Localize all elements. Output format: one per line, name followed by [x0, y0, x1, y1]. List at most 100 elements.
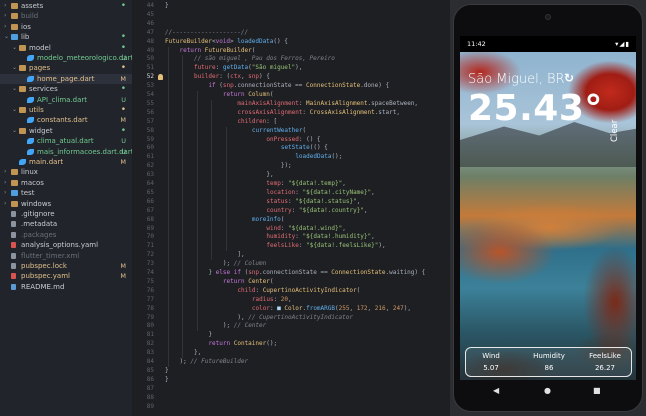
code-line[interactable]: 68 moreInfo( — [132, 216, 450, 225]
code-line[interactable]: 49 return FutureBuilder( — [132, 47, 450, 56]
explorer-file[interactable]: API_clima.dart U — [0, 95, 132, 105]
code-token: () { — [273, 37, 288, 45]
chevron-down-icon[interactable]: ⌄ — [12, 43, 17, 53]
chevron-right-icon[interactable]: › — [4, 199, 6, 209]
chevron-right-icon[interactable]: › — [4, 22, 6, 32]
chevron-right-icon[interactable]: › — [4, 178, 6, 188]
chevron-down-icon[interactable]: ⌄ — [12, 63, 17, 73]
code-line[interactable]: 73); // Column — [132, 260, 450, 269]
code-line[interactable]: 60 setState(() { — [132, 144, 450, 153]
code-line[interactable]: 85} — [132, 367, 450, 376]
chevron-down-icon[interactable]: ⌄ — [12, 84, 17, 94]
chevron-right-icon[interactable]: › — [4, 167, 6, 177]
chevron-down-icon[interactable]: ⌄ — [12, 105, 17, 115]
explorer-file[interactable]: main.dart M — [0, 157, 132, 167]
code-line[interactable]: 83}, — [132, 349, 450, 358]
code-line[interactable]: 79), // CupertinoActivityIndicator — [132, 314, 450, 323]
code-line[interactable]: 54 return Column( — [132, 91, 450, 100]
chevron-right-icon[interactable]: › — [4, 188, 6, 198]
folder-icon — [19, 107, 26, 113]
code-line[interactable]: 76 child: CupertinoActivityIndicator( — [132, 287, 450, 296]
code-token: ( — [251, 46, 256, 54]
code-line[interactable]: 70 humidity: "${data!.humidity}", — [132, 233, 450, 242]
explorer-folder[interactable]: › build — [0, 11, 132, 21]
chevron-right-icon[interactable]: › — [4, 1, 6, 11]
explorer-folder[interactable]: › macos — [0, 178, 132, 188]
code-line[interactable]: 48 FutureBuilder<void> loadedData() { — [132, 38, 450, 47]
explorer-file[interactable]: pubspec.lock M — [0, 261, 132, 271]
code-line[interactable]: 77 radius: 20, — [132, 296, 450, 305]
explorer-folder[interactable]: ⌄ model • — [0, 43, 132, 53]
code-line[interactable]: 62}); — [132, 162, 450, 171]
code-line[interactable]: 61 loadedData(); — [132, 153, 450, 162]
explorer-file[interactable]: flutter_timer.xml — [0, 251, 132, 261]
chevron-down-icon[interactable]: ⌄ — [12, 126, 17, 136]
code-line[interactable]: 67 country: "${data!.country}", — [132, 207, 450, 216]
code-line[interactable]: 64 temp: "${data!.temp}", — [132, 180, 450, 189]
explorer-file[interactable]: mais_informacoes.dart.dart U — [0, 147, 132, 157]
explorer-file[interactable]: clima_atual.dart U — [0, 136, 132, 146]
code-line[interactable]: 88 — [132, 394, 450, 403]
code-token: child — [237, 286, 256, 294]
code-line[interactable]: 89 — [132, 403, 450, 412]
home-icon[interactable]: ● — [544, 386, 551, 395]
code-line[interactable]: 82 return Container(); — [132, 340, 450, 349]
back-icon[interactable]: ◀ — [493, 386, 499, 395]
chevron-down-icon[interactable]: ⌄ — [4, 32, 9, 42]
code-line[interactable]: 44} — [132, 2, 450, 11]
code-line[interactable]: 45 — [132, 11, 450, 20]
code-line[interactable]: 51 future: getData("São miguel"), — [132, 64, 450, 73]
explorer-folder[interactable]: ⌄ services • — [0, 84, 132, 94]
code-line[interactable]: 86} — [132, 376, 450, 385]
code-line[interactable]: 71 feelsLike: "${data!.feelsLike}"), — [132, 242, 450, 251]
code-line[interactable]: 69 wind: "${data!.wind}", — [132, 225, 450, 234]
code-line[interactable]: 78 color: ■ Color.fromARGB(255, 172, 216,… — [132, 305, 450, 314]
explorer-folder[interactable]: › ios — [0, 22, 132, 32]
code-token: , — [367, 304, 375, 312]
code-line[interactable]: 74} else if (snp.connectionState == Conn… — [132, 269, 450, 278]
code-line[interactable]: 56 crossAxisAlignment: CrossAxisAlignment… — [132, 109, 450, 118]
explorer-folder[interactable]: ⌄ widget • — [0, 126, 132, 136]
code-editor[interactable]: 44} 45 46 47//-------------------//48 Future… — [132, 0, 450, 416]
code-line[interactable]: 57 children: [ — [132, 118, 450, 127]
phone-screen[interactable]: 11:42 ▾◢▮ São Miguel, BR ↻ 25.43° Clear … — [460, 36, 636, 380]
explorer-folder[interactable]: › test — [0, 188, 132, 198]
code-line[interactable]: 75 return Center( — [132, 278, 450, 287]
explorer-file[interactable]: home_page.dart M — [0, 73, 132, 85]
explorer-file[interactable]: .packages — [0, 230, 132, 240]
explorer-file[interactable]: analysis_options.yaml — [0, 240, 132, 250]
code-line[interactable]: 63}, — [132, 171, 450, 180]
code-line[interactable]: 84); // FutureBuilder — [132, 358, 450, 367]
refresh-icon[interactable]: ↻ — [564, 71, 574, 85]
code-line[interactable]: 66 status: "${data!.status}", — [132, 198, 450, 207]
explorer-folder[interactable]: ⌄ pages • — [0, 63, 132, 73]
code-line[interactable]: 59 onPressed: () { — [132, 136, 450, 145]
lightbulb-icon[interactable] — [158, 74, 163, 81]
explorer-file[interactable]: .gitignore — [0, 209, 132, 219]
code-line[interactable]: 50 // são miguel , Pau dos Ferros, Pereir… — [132, 55, 450, 64]
explorer-folder[interactable]: › linux — [0, 167, 132, 177]
explorer-folder[interactable]: › assets • — [0, 1, 132, 11]
explorer-file[interactable]: modelo_meteorologico.dart U — [0, 53, 132, 63]
explorer-file[interactable]: pubspec.yaml M — [0, 271, 132, 281]
explorer-file[interactable]: README.md — [0, 282, 132, 292]
explorer-file[interactable]: .metadata — [0, 219, 132, 229]
chevron-right-icon[interactable]: › — [4, 11, 6, 21]
code-line[interactable]: 53 if (snp.connectionState == ConnectionS… — [132, 82, 450, 91]
code-line[interactable]: 58 currentWeather( — [132, 127, 450, 136]
code-line[interactable]: 65 location: "${data!.cityName}", — [132, 189, 450, 198]
code-line[interactable]: 46 — [132, 20, 450, 29]
code-line[interactable]: 81} — [132, 331, 450, 340]
code-line[interactable]: 80); // Center — [132, 322, 450, 331]
explorer-folder[interactable]: ⌄ lib • — [0, 32, 132, 42]
recents-icon[interactable]: ■ — [593, 386, 601, 395]
explorer-folder[interactable]: ⌄ utils • — [0, 105, 132, 115]
code-line[interactable]: 52 builder: (ctx, snp) { — [132, 73, 450, 82]
code-token: mainAxisAlignment — [237, 99, 299, 107]
code-line[interactable]: 72], — [132, 251, 450, 260]
explorer-folder[interactable]: › windows — [0, 199, 132, 209]
code-line[interactable]: 47 //-------------------// — [132, 29, 450, 38]
explorer-file[interactable]: constants.dart M — [0, 115, 132, 125]
code-line[interactable]: 55 mainAxisAlignment: MainAxisAlignment.s… — [132, 100, 450, 109]
code-line[interactable]: 87 — [132, 385, 450, 394]
